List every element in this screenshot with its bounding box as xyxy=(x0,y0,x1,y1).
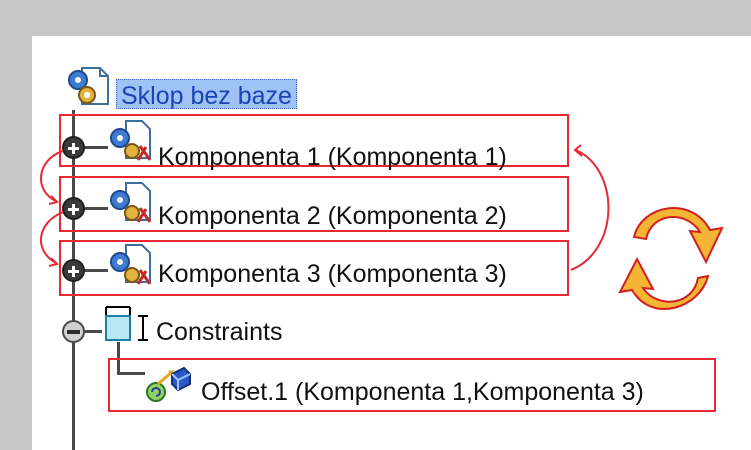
cyclic-order-arrows-icon xyxy=(618,207,724,310)
